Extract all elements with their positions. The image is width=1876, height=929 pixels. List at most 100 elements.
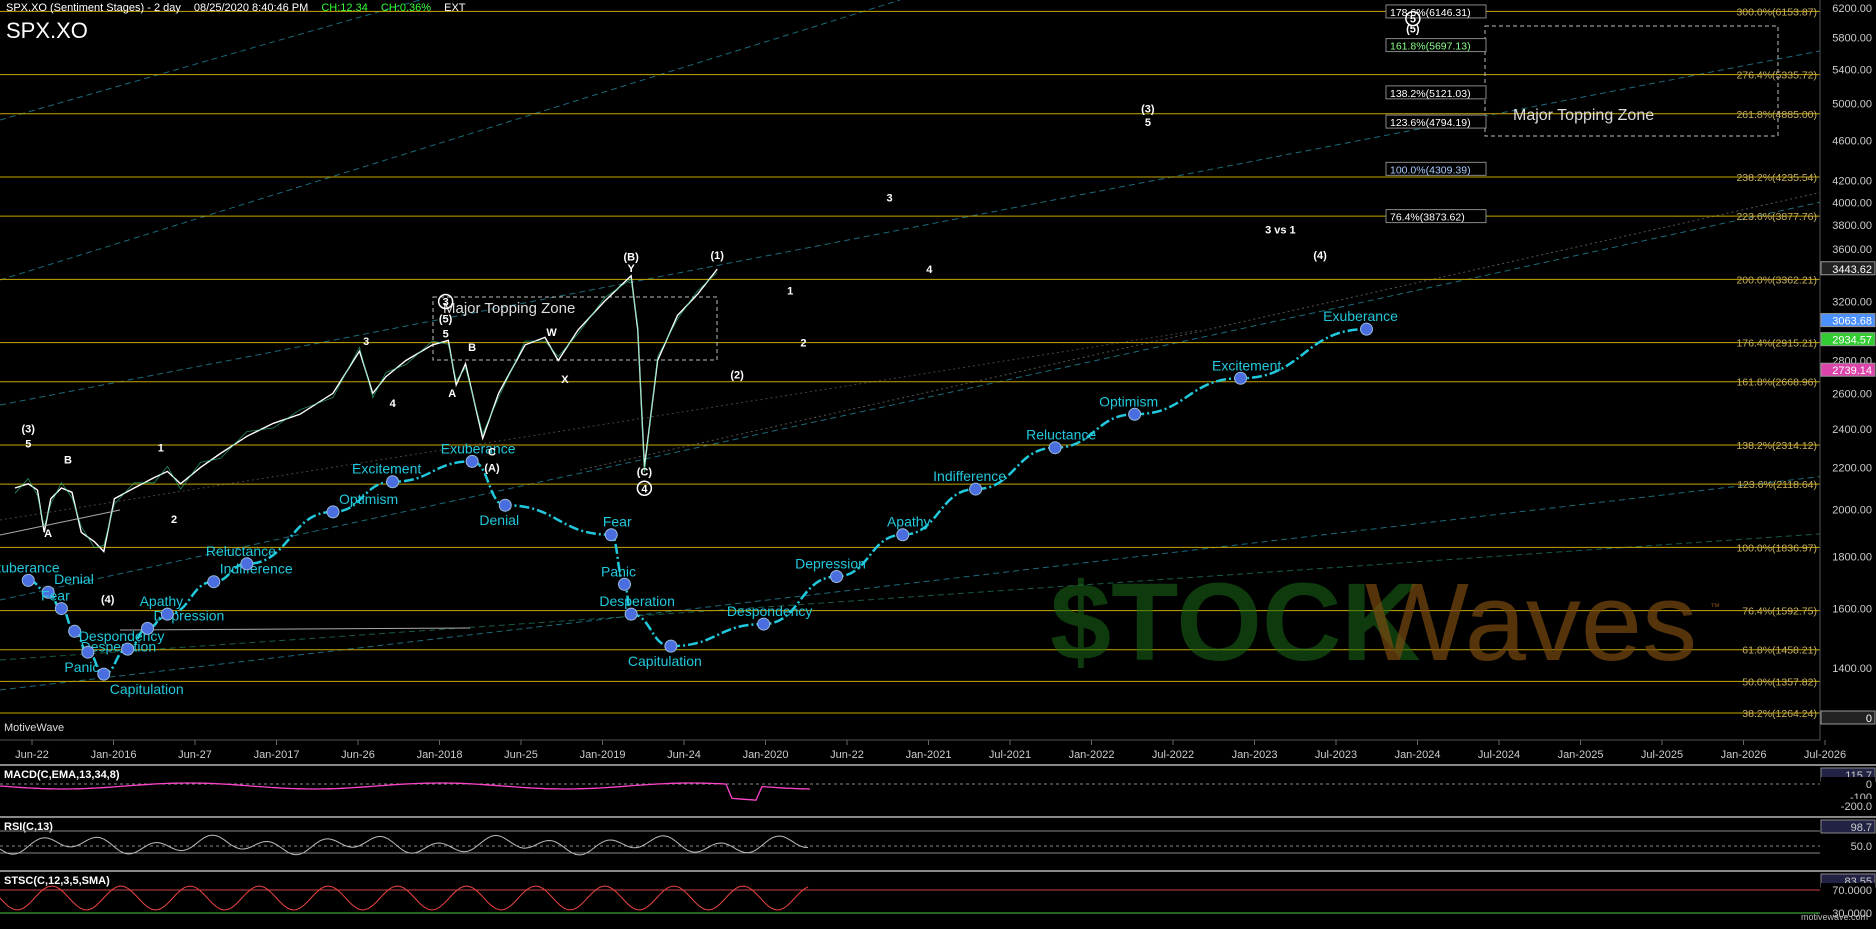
price-axis-tick: 2400.00: [1832, 424, 1872, 436]
price-axis-tick: 4200.00: [1832, 176, 1872, 188]
chart-title: SPX.XO (Sentiment Stages) - 2 day: [6, 2, 181, 14]
time-axis-tick: Jan-2021: [906, 749, 952, 761]
sentiment-label: Depression: [795, 556, 866, 572]
chart-header: SPX.XO (Sentiment Stages) - 2 day 08/25/…: [6, 2, 476, 14]
rsi-panel-bg: [0, 817, 1876, 871]
ext-indicator: EXT: [444, 2, 466, 14]
sentiment-point: [664, 639, 678, 653]
wave-label: B: [468, 342, 476, 354]
sentiment-label: Exuberance: [0, 559, 60, 575]
sentiment-label: Panic: [64, 659, 99, 675]
sentiment-label: Fear: [41, 588, 70, 604]
wave-label: 2: [171, 514, 177, 526]
stsc-panel-tick: 70.0000: [1832, 885, 1872, 897]
sentiment-point: [97, 667, 111, 681]
fib-level-label: 200.0%(3362.21): [1736, 274, 1817, 286]
sentiment-label: Indifference: [220, 561, 293, 577]
fib-projection-label: 161.8%(5697.13): [1390, 41, 1471, 53]
sentiment-point: [207, 575, 221, 589]
sentiment-point: [160, 607, 174, 621]
wave-label: 5: [25, 439, 31, 451]
circled-wave-label: 4: [641, 483, 648, 495]
macd-panel-tick: 0: [1866, 779, 1872, 791]
sentiment-point: [896, 528, 910, 542]
fib-projection-label: 100.0%(4309.39): [1390, 164, 1471, 176]
price-axis-tick: 6200.00: [1832, 3, 1872, 15]
price-axis-tick: 5800.00: [1832, 33, 1872, 45]
topping-zone-label: Major Topping Zone: [443, 300, 575, 317]
fib-level-label: 100.0%(1836.97): [1736, 542, 1817, 554]
time-axis-tick: Jul-2024: [1478, 749, 1520, 761]
time-axis-tick: Jan-2018: [417, 749, 463, 761]
sentiment-label: Reluctance: [206, 543, 276, 559]
price-badge-label: 0: [1866, 713, 1872, 725]
price-axis-tick: 2000.00: [1832, 505, 1872, 517]
fib-projection-label: 138.2%(5121.03): [1390, 88, 1471, 100]
sentiment-point: [757, 617, 771, 631]
sentiment-point: [969, 482, 983, 496]
price-axis-tick: 3600.00: [1832, 244, 1872, 256]
price-axis-tick: 1800.00: [1832, 551, 1872, 563]
sentiment-label: Denial: [54, 571, 94, 587]
wave-label: 5: [443, 328, 449, 340]
price-chart[interactable]: 300.0%(6153.87) 276.4%(5335.72) 261.8%(488…: [0, 0, 1876, 924]
wave-label: 3 vs 1: [1265, 224, 1296, 236]
topping-zone-label: Major Topping Zone: [1513, 107, 1654, 124]
wave-label: 1: [787, 285, 793, 297]
time-axis-tick: Jan-2022: [1069, 749, 1115, 761]
fib-level-label: 38.2%(1264.24): [1742, 708, 1817, 720]
wave-label: (3): [1141, 103, 1155, 115]
time-axis-tick: Jan-2019: [580, 749, 626, 761]
sentiment-point: [1128, 407, 1142, 421]
macd-panel-bg: [0, 765, 1876, 815]
sentiment-point: [21, 573, 35, 587]
time-axis-tick: Jan-2026: [1721, 749, 1767, 761]
wave-label: (1): [711, 250, 725, 262]
sentiment-label: Excitement: [1212, 357, 1281, 373]
sentiment-point: [465, 454, 479, 468]
wave-label: 5: [1145, 117, 1151, 129]
wave-label: A: [44, 528, 52, 540]
rsi-panel-tick: 50.0: [1851, 841, 1872, 853]
sentiment-point: [1234, 371, 1248, 385]
wave-label: W: [546, 327, 557, 339]
sentiment-point: [141, 621, 154, 635]
chart-window: 300.0%(6153.87) 276.4%(5335.72) 261.8%(488…: [0, 0, 1876, 924]
wave-label: 4: [390, 398, 397, 410]
sentiment-label: Fear: [603, 514, 632, 530]
sentiment-label: Excitement: [352, 461, 421, 477]
sentiment-point: [1360, 322, 1373, 336]
wave-label: A: [448, 388, 456, 400]
fib-level-label: 123.6%(2118.64): [1737, 479, 1817, 491]
time-axis-tick: Jun-26: [341, 749, 375, 761]
price-axis-tick: 5400.00: [1832, 64, 1872, 76]
sentiment-label: Exuberance: [1323, 308, 1398, 324]
sentiment-point: [618, 577, 631, 591]
sentiment-point: [498, 498, 512, 512]
macd-panel-tick: -200.0: [1841, 801, 1872, 813]
wave-label: Y: [627, 263, 635, 275]
chart-datetime: 08/25/2020 8:40:46 PM: [193, 2, 309, 14]
fib-level-label: 176.4%(2915.21): [1736, 338, 1817, 350]
macd-panel-title: MACD(C,EMA,13,34,8): [4, 769, 120, 781]
wave-label: 2: [800, 337, 806, 349]
wave-label: 4: [926, 264, 933, 276]
fib-level-label: 61.8%(1458.21): [1742, 645, 1817, 657]
sentiment-label: Desperation: [599, 593, 675, 609]
fib-level-label: 223.6%(3877.76): [1736, 211, 1817, 223]
price-axis-tick: 2600.00: [1832, 388, 1872, 400]
fib-level-label: 300.0%(6153.87): [1736, 6, 1817, 18]
sentiment-label: Denial: [479, 512, 519, 528]
price-axis-tick: 4600.00: [1832, 135, 1872, 147]
watermark-tm: ™: [1710, 602, 1720, 613]
sentiment-label: Despondency: [727, 603, 813, 619]
sentiment-label: Optimism: [1099, 393, 1158, 409]
change-percent: CH:0.36%: [380, 2, 432, 14]
sentiment-label: Capitulation: [628, 653, 702, 669]
sentiment-label: Exuberance: [441, 440, 516, 456]
price-badge-label: 3443.62: [1832, 264, 1872, 276]
sentiment-label: Indifference: [933, 468, 1006, 484]
time-axis-tick: Jan-2025: [1558, 749, 1604, 761]
wave-label: 3: [886, 192, 892, 204]
sentiment-label: Apathy: [887, 514, 931, 530]
